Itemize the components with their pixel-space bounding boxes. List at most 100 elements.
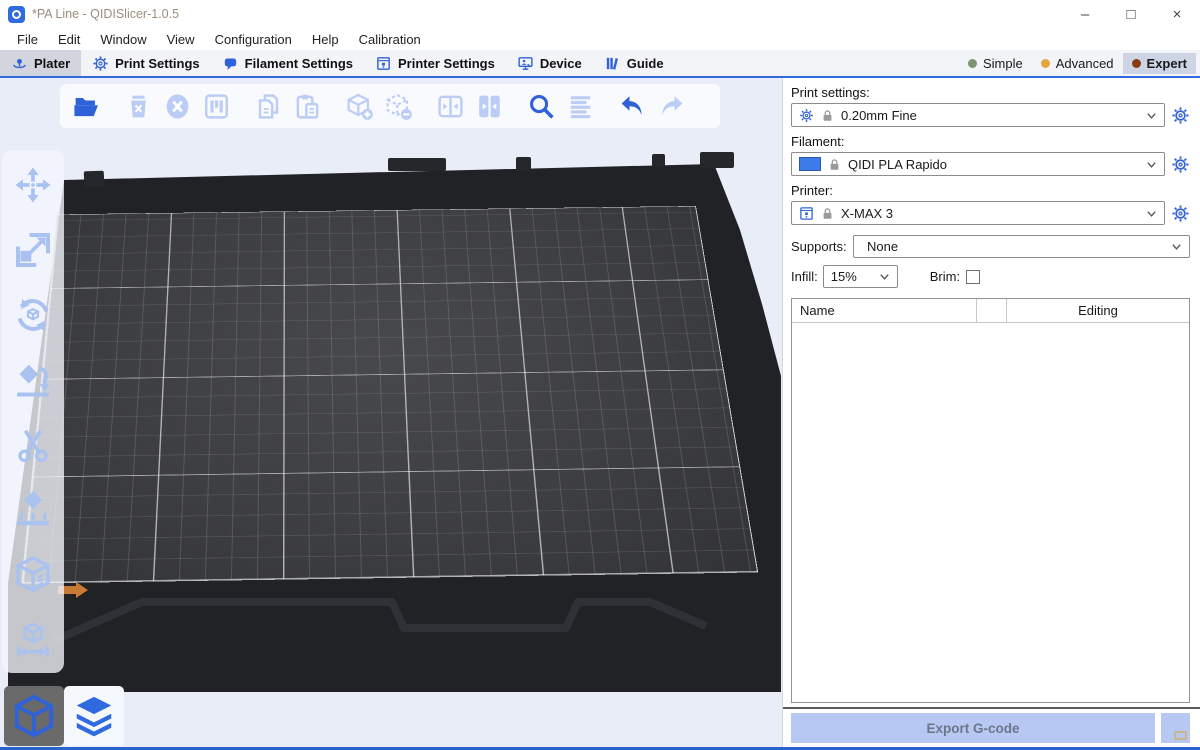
gear-icon (1171, 106, 1190, 125)
preview-layers-icon (71, 693, 117, 739)
object-list-header: Name Editing (792, 299, 1189, 323)
viewport-3d[interactable] (0, 78, 782, 747)
lock-icon (821, 207, 834, 220)
menu-help[interactable]: Help (303, 31, 348, 48)
filament-color-swatch (799, 157, 821, 171)
brim-checkbox[interactable] (966, 270, 980, 284)
place-on-face-icon[interactable] (12, 359, 54, 401)
mode-expert[interactable]: Expert (1123, 53, 1196, 74)
infill-label: Infill: (791, 269, 818, 284)
scale-icon[interactable] (12, 229, 54, 271)
open-icon[interactable] (70, 90, 102, 122)
column-name[interactable]: Name (792, 299, 977, 322)
menu-file[interactable]: File (8, 31, 47, 48)
plater-toolbar (60, 84, 720, 128)
tab-label: Filament Settings (245, 56, 353, 71)
paste-icon[interactable] (291, 90, 323, 122)
filament-icon (222, 55, 239, 72)
close-button[interactable]: × (1154, 0, 1200, 28)
infill-combo[interactable]: 15% (823, 265, 898, 288)
column-extruder[interactable] (977, 299, 1007, 322)
menu-edit[interactable]: Edit (49, 31, 89, 48)
printer-combo[interactable]: X-MAX 3 (791, 201, 1165, 225)
gizmo-toolbar (2, 150, 64, 673)
printer-label: Printer: (791, 183, 1190, 198)
supports-combo[interactable]: None (853, 235, 1190, 258)
tab-device[interactable]: Device (506, 50, 593, 76)
gear-icon (92, 55, 109, 72)
sd-card-icon (1174, 731, 1187, 740)
paint-supports-icon[interactable] (12, 489, 54, 531)
window-title: *PA Line - QIDISlicer-1.0.5 (32, 7, 179, 21)
arrange-icon[interactable] (200, 90, 232, 122)
menu-bar: File Edit Window View Configuration Help… (0, 28, 1200, 50)
supports-label: Supports: (791, 239, 853, 254)
measure-icon[interactable] (12, 619, 54, 661)
window-controls: – □ × (1062, 0, 1200, 28)
mode-selector: Simple Advanced Expert (959, 50, 1200, 76)
mode-label: Advanced (1056, 56, 1114, 71)
delete-all-icon[interactable] (161, 90, 193, 122)
settings-panel: Print settings: 0.20mm Fine Filament: QI… (782, 78, 1200, 747)
tab-print-settings[interactable]: Print Settings (81, 50, 211, 76)
menu-configuration[interactable]: Configuration (206, 31, 301, 48)
gear-icon (1171, 155, 1190, 174)
maximize-button[interactable]: □ (1108, 0, 1154, 28)
split-parts-icon[interactable] (473, 90, 505, 122)
column-editing[interactable]: Editing (1007, 303, 1189, 318)
print-settings-combo[interactable]: 0.20mm Fine (791, 103, 1165, 127)
chevron-down-icon (1171, 241, 1182, 252)
filament-label: Filament: (791, 134, 1190, 149)
redo-icon[interactable] (655, 90, 687, 122)
app-window: *PA Line - QIDISlicer-1.0.5 – □ × File E… (0, 0, 1200, 750)
menu-window[interactable]: Window (91, 31, 155, 48)
menu-calibration[interactable]: Calibration (350, 31, 430, 48)
variable-layer-height-icon[interactable] (564, 90, 596, 122)
copy-icon[interactable] (252, 90, 284, 122)
supports-value: None (867, 239, 1164, 254)
tab-label: Plater (34, 56, 70, 71)
filament-combo[interactable]: QIDI PLA Rapido (791, 152, 1165, 176)
add-instance-icon[interactable] (343, 90, 375, 122)
menu-view[interactable]: View (158, 31, 204, 48)
chevron-down-icon (879, 271, 890, 282)
chevron-down-icon (1146, 208, 1157, 219)
advanced-dot-icon (1041, 59, 1050, 68)
cut-icon[interactable] (12, 424, 54, 466)
remove-instance-icon[interactable] (382, 90, 414, 122)
editor-3d-button[interactable] (4, 686, 64, 746)
print-settings-gear-button[interactable] (1170, 105, 1190, 125)
tab-plater[interactable]: Plater (0, 50, 81, 76)
export-gcode-button[interactable]: Export G-code (791, 713, 1155, 743)
device-icon (517, 55, 534, 72)
tab-bar: Plater Print Settings Filament Settings … (0, 50, 1200, 78)
tab-printer-settings[interactable]: Printer Settings (364, 50, 506, 76)
infill-value: 15% (831, 269, 872, 284)
seam-icon[interactable] (12, 554, 54, 596)
printer-gear-button[interactable] (1170, 203, 1190, 223)
delete-icon[interactable] (122, 90, 154, 122)
minimize-button[interactable]: – (1062, 0, 1108, 28)
split-objects-icon[interactable] (434, 90, 466, 122)
search-icon[interactable] (525, 90, 557, 122)
filament-value: QIDI PLA Rapido (848, 157, 1139, 172)
panel-resize-divider[interactable] (783, 707, 1200, 709)
lock-icon (821, 109, 834, 122)
tab-filament-settings[interactable]: Filament Settings (211, 50, 364, 76)
move-icon[interactable] (12, 164, 54, 206)
print-settings-value: 0.20mm Fine (841, 108, 1139, 123)
export-to-sd-button[interactable] (1161, 713, 1190, 743)
rotate-icon[interactable] (12, 294, 54, 336)
plater-icon (11, 55, 28, 72)
tab-label: Device (540, 56, 582, 71)
mode-label: Expert (1147, 56, 1187, 71)
mode-advanced[interactable]: Advanced (1032, 53, 1123, 74)
mode-simple[interactable]: Simple (959, 53, 1032, 74)
undo-icon[interactable] (616, 90, 648, 122)
tab-label: Print Settings (115, 56, 200, 71)
tab-guide[interactable]: Guide (593, 50, 675, 76)
object-list[interactable]: Name Editing (791, 298, 1190, 703)
filament-gear-button[interactable] (1170, 154, 1190, 174)
preview-button[interactable] (64, 686, 124, 746)
lock-icon (828, 158, 841, 171)
